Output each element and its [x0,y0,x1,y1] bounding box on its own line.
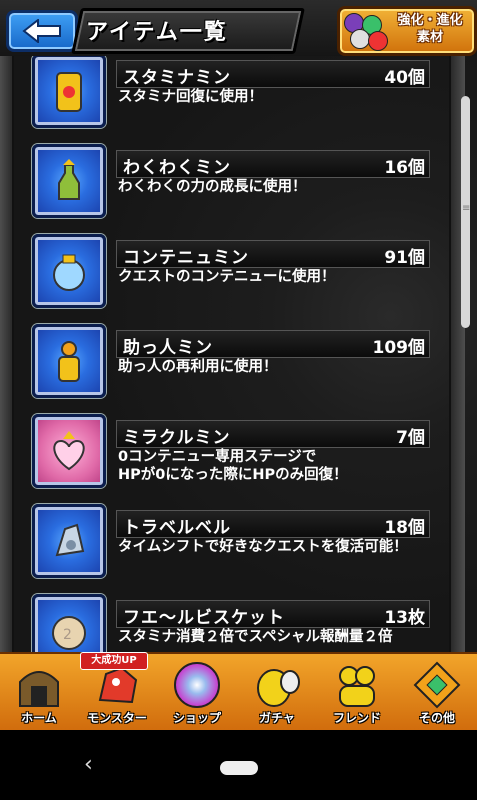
continue-jar-icon [32,234,106,308]
list-item[interactable]: ミラクルミン 7個 0コンテニュー専用ステージで HPが0になった際にHPのみ回… [32,414,430,494]
scroll-grip-icon: ≡ [462,203,471,214]
miracle-heart-icon [32,414,106,488]
item-count: 91個 [384,248,425,268]
chevron-left-icon[interactable]: ‹ [84,752,93,777]
enhance-evolve-material-button[interactable]: 強化・進化 素材 [337,6,477,56]
item-name-plate: わくわくミン 16個 [116,150,430,178]
nav-other[interactable]: その他 [398,654,476,732]
item-name: わくわくミン [123,158,231,178]
item-list[interactable]: ≡ スタミナミン 40個 スタミナ回復に使用！ わくわくミン 16個 わくわくの… [0,56,477,652]
page-title: アイテム一覧 [86,20,228,45]
item-name-plate: コンテニュミン 91個 [116,240,430,268]
other-diamond-icon [413,661,461,709]
item-name: コンテニュミン [123,248,249,268]
nav-shop[interactable]: ショップ [158,654,236,732]
rainbow-orb-icon [174,662,220,708]
waku-bottle-icon [32,144,106,218]
item-name: 助っ人ミン [123,338,213,358]
list-item[interactable]: トラベルベル 18個 タイムシフトで好きなクエストを復活可能！ [32,504,430,584]
stamina-can-icon [32,56,106,128]
svg-text:2: 2 [63,627,72,643]
item-description: スタミナ消費２倍でスペシャル報酬量２倍 [118,629,393,645]
item-description: 助っ人の再利用に使用！ [118,359,278,375]
header-bar: アイテム一覧 強化・進化 素材 [0,0,477,56]
item-description: スタミナ回復に使用！ [118,89,263,105]
nav-label: ショップ [172,711,221,725]
material-button-label: 強化・進化 素材 [397,13,463,45]
item-description: わくわくの力の成長に使用！ [118,179,307,195]
travel-bell-icon [32,504,106,578]
nav-gacha[interactable]: ガチャ [238,654,316,732]
nav-label: ホーム [21,711,57,725]
item-name-plate: トラベルベル 18個 [116,510,430,538]
item-description: クエストのコンテニューに使用！ [118,269,336,285]
nav-label: その他 [418,711,455,725]
friends-icon [339,666,375,707]
item-name: スタミナミン [123,68,231,88]
home-pill-icon[interactable] [220,761,258,775]
arrow-left-icon [22,19,61,43]
nav-label: モンスター [87,711,147,725]
list-item[interactable]: コンテニュミン 91個 クエストのコンテニューに使用！ [32,234,430,314]
nav-label: フレンド [332,711,381,725]
item-description: 0コンテニュー専用ステージで HPが0になった際にHPのみ回復！ [118,449,348,483]
item-count: 40個 [384,68,425,88]
nav-label: ガチャ [259,711,295,725]
item-count: 13枚 [384,608,425,628]
helper-bottle-icon [32,324,106,398]
item-name-plate: スタミナミン 40個 [116,60,430,88]
item-count: 18個 [384,518,425,538]
left-frame-rail [0,56,14,652]
back-button[interactable] [6,10,78,52]
list-item[interactable]: スタミナミン 40個 スタミナ回復に使用！ [32,56,430,134]
success-up-badge: 大成功UP [80,652,148,670]
item-name-plate: フエ～ルビスケット 13枚 [116,600,430,628]
item-name: フエ～ルビスケット [123,608,285,628]
nav-friend[interactable]: フレンド [318,654,396,732]
home-gate-icon [19,671,59,707]
item-name: ミラクルミン [123,428,231,448]
list-item[interactable]: 助っ人ミン 109個 助っ人の再利用に使用！ [32,324,430,404]
item-count: 16個 [384,158,425,178]
gacha-egg-icon [257,669,300,707]
nav-home[interactable]: ホーム [0,654,78,732]
item-name-plate: ミラクルミン 7個 [116,420,430,448]
bottom-nav: ホーム モンスター 大成功UP ショップ ガチャ フレンド その他 [0,652,477,732]
item-count: 109個 [372,338,426,358]
item-count: 7個 [396,428,425,448]
list-item[interactable]: わくわくミン 16個 わくわくの力の成長に使用！ [32,144,430,224]
item-name-plate: 助っ人ミン 109個 [116,330,430,358]
item-description: タイムシフトで好きなクエストを復活可能！ [118,539,408,555]
material-orbs-icon [344,13,388,51]
list-item[interactable]: 2 フエ～ルビスケット 13枚 スタミナ消費２倍でスペシャル報酬量２倍 [32,594,430,652]
biscuit-icon: 2 [32,594,106,652]
item-name: トラベルベル [123,518,231,538]
